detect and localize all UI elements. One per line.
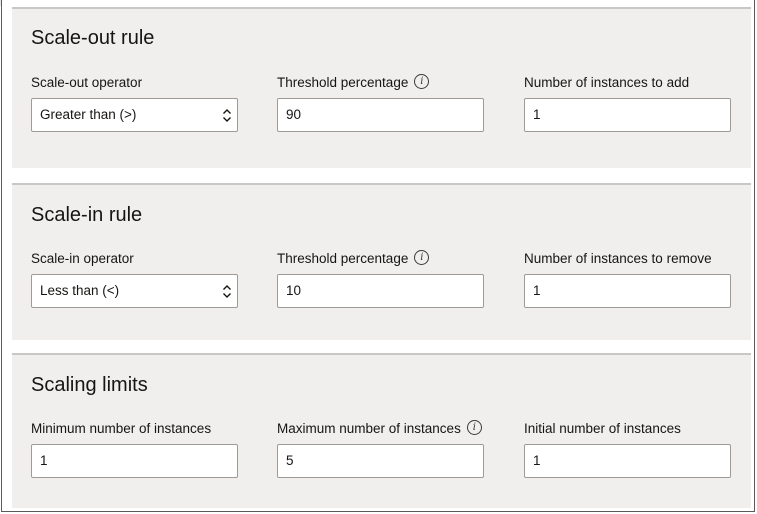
- initial-instances-input[interactable]: 1: [524, 444, 731, 478]
- scale-in-operator-select[interactable]: Less than (<): [31, 274, 238, 308]
- scale-in-operator-value: Less than (<): [40, 283, 120, 298]
- min-instances-label: Minimum number of instances: [31, 421, 212, 436]
- scale-out-operator-field: Scale-out operator Greater than (>): [31, 74, 238, 132]
- scale-in-threshold-label: Threshold percentage: [277, 251, 409, 266]
- instances-to-add-input[interactable]: 1: [524, 98, 731, 132]
- scale-in-title: Scale-in rule: [31, 204, 143, 226]
- info-icon[interactable]: i: [414, 250, 430, 265]
- info-icon[interactable]: i: [466, 420, 482, 435]
- scale-in-operator-label: Scale-in operator: [31, 251, 134, 266]
- instances-to-remove-field: Number of instances to remove 1: [524, 250, 731, 308]
- scale-out-operator-label: Scale-out operator: [31, 75, 143, 90]
- instances-to-add-label: Number of instances to add: [524, 75, 690, 90]
- scale-in-operator-field: Scale-in operator Less than (<): [31, 250, 238, 308]
- scale-out-operator-value: Greater than (>): [40, 107, 137, 122]
- scaling-limits-title: Scaling limits: [31, 374, 148, 396]
- max-instances-label: Maximum number of instances: [277, 421, 461, 436]
- instances-to-remove-label: Number of instances to remove: [524, 251, 712, 266]
- min-instances-field: Minimum number of instances 1: [31, 420, 238, 478]
- scaling-limits-section: Scaling limits Minimum number of instanc…: [12, 353, 751, 508]
- select-arrows-icon: [223, 285, 231, 298]
- scale-out-section: Scale-out rule Scale-out operator Greate…: [12, 7, 751, 168]
- instances-to-add-field: Number of instances to add 1: [524, 74, 731, 132]
- scale-in-threshold-input[interactable]: 10: [277, 274, 484, 308]
- instances-to-remove-input[interactable]: 1: [524, 274, 731, 308]
- max-instances-field: Maximum number of instances i 5: [277, 420, 484, 478]
- scale-in-section: Scale-in rule Scale-in operator Less tha…: [12, 183, 751, 340]
- min-instances-input[interactable]: 1: [31, 444, 238, 478]
- scale-out-threshold-label: Threshold percentage: [277, 75, 409, 90]
- initial-instances-field: Initial number of instances 1: [524, 420, 731, 478]
- initial-instances-label: Initial number of instances: [524, 421, 681, 436]
- max-instances-input[interactable]: 5: [277, 444, 484, 478]
- autoscaling-form: Scale-out rule Scale-out operator Greate…: [1, 0, 755, 512]
- scale-out-threshold-field: Threshold percentage i 90: [277, 74, 484, 132]
- info-icon[interactable]: i: [414, 74, 430, 89]
- scale-out-title: Scale-out rule: [31, 27, 155, 49]
- select-arrows-icon: [223, 109, 231, 122]
- scale-out-operator-select[interactable]: Greater than (>): [31, 98, 238, 132]
- scale-in-threshold-field: Threshold percentage i 10: [277, 250, 484, 308]
- scale-out-threshold-input[interactable]: 90: [277, 98, 484, 132]
